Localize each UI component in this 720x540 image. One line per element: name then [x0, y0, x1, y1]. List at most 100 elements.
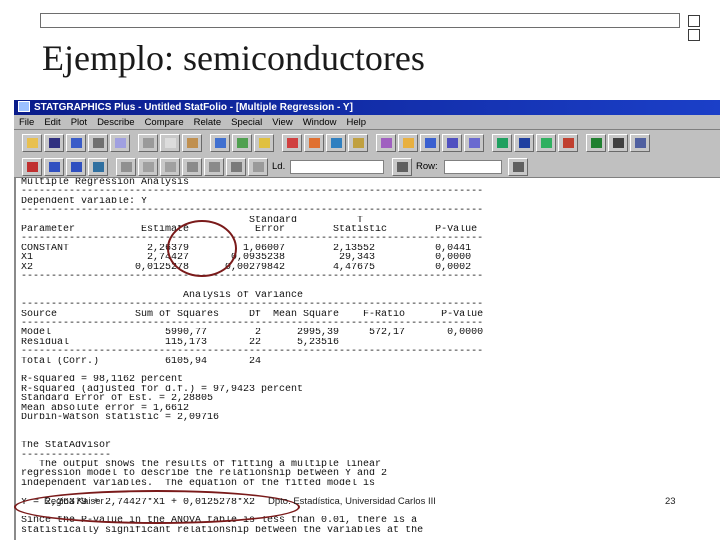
main-toolbar — [14, 130, 720, 156]
data-sheet-button[interactable] — [66, 134, 86, 152]
report-button[interactable] — [376, 134, 396, 152]
footer-author: Regina Kaiser — [44, 496, 104, 507]
advisor-pane-button[interactable] — [226, 158, 246, 176]
lock-button[interactable] — [254, 134, 274, 152]
menu-file[interactable]: File — [14, 115, 39, 129]
menu-edit[interactable]: Edit — [39, 115, 65, 129]
cut-button[interactable] — [138, 134, 158, 152]
xy-plot-icon — [447, 138, 458, 148]
menu-special[interactable]: Special — [226, 115, 267, 129]
scatter-icon — [403, 138, 414, 148]
scissors-icon — [143, 138, 154, 148]
menu-describe[interactable]: Describe — [92, 115, 140, 129]
find-label-button[interactable] — [392, 158, 412, 176]
menu-window[interactable]: Window — [298, 115, 342, 129]
regression-button[interactable] — [326, 134, 346, 152]
menu-view[interactable]: View — [267, 115, 297, 129]
slide-corner-square-bottom — [688, 29, 700, 41]
row-field[interactable] — [444, 160, 502, 174]
footer-department: Dpto. Estadística, Universidad Carlos II… — [268, 496, 436, 507]
input-dialog-icon — [27, 162, 38, 172]
folder-icon — [27, 138, 38, 148]
stats-button[interactable] — [304, 134, 324, 152]
copy-button[interactable] — [160, 134, 180, 152]
paste-button[interactable] — [182, 134, 202, 152]
advisor-button[interactable] — [608, 134, 628, 152]
xy-plot-button[interactable] — [442, 134, 462, 152]
stack-button[interactable] — [348, 134, 368, 152]
report-icon — [381, 138, 392, 148]
printer-icon — [209, 162, 220, 172]
bar-chart-button[interactable] — [514, 134, 534, 152]
histogram-button[interactable] — [492, 134, 512, 152]
plot-button[interactable] — [210, 134, 230, 152]
app-icon — [18, 101, 30, 112]
save-results-button[interactable] — [116, 158, 136, 176]
lock-icon — [259, 138, 270, 148]
binoculars-icon — [513, 162, 524, 172]
open-folder-button[interactable] — [22, 134, 42, 152]
pane-options-icon — [143, 162, 154, 172]
save-button[interactable] — [44, 134, 64, 152]
slide-title: Ejemplo: semiconductores — [42, 38, 425, 78]
help-button[interactable] — [630, 134, 650, 152]
binoculars-icon — [397, 162, 408, 172]
output-line: independent variables. The equation of t… — [21, 478, 376, 489]
estimate-highlight-circle — [167, 220, 237, 277]
output-pane[interactable]: Multiple Regression Analysis ------------… — [14, 178, 720, 540]
histogram-icon — [497, 138, 508, 148]
menu-plot[interactable]: Plot — [66, 115, 92, 129]
table-button[interactable] — [110, 134, 130, 152]
menu-relate[interactable]: Relate — [189, 115, 226, 129]
find-row-button[interactable] — [508, 158, 528, 176]
label-field[interactable] — [290, 160, 384, 174]
stack-icon — [353, 138, 364, 148]
printer-icon — [93, 138, 104, 148]
graphical-options-button[interactable] — [88, 158, 108, 176]
surface-icon — [563, 138, 574, 148]
question-icon — [231, 162, 242, 172]
help-icon — [635, 138, 646, 148]
control-chart-icon — [469, 138, 480, 148]
surface-button[interactable] — [558, 134, 578, 152]
chart-icon — [287, 138, 298, 148]
tabular-icon — [71, 162, 82, 172]
plot-icon — [215, 138, 226, 148]
clipboard-icon — [187, 138, 198, 148]
slide-top-bar — [40, 13, 680, 28]
copy-icon — [165, 138, 176, 148]
maximize-icon — [253, 162, 264, 172]
save-results-icon — [121, 162, 132, 172]
print-button[interactable] — [88, 134, 108, 152]
menu-help[interactable]: Help — [342, 115, 372, 129]
forward-button[interactable] — [586, 134, 606, 152]
tabular-options-button[interactable] — [66, 158, 86, 176]
graph-icon — [237, 138, 248, 148]
graphical-icon — [93, 162, 104, 172]
exclude-button[interactable] — [160, 158, 180, 176]
output-line: Durbin-Watson statistic = 2,09716 — [21, 413, 220, 423]
sheet-icon — [71, 138, 82, 148]
zoom-button[interactable] — [182, 158, 202, 176]
analysis-toolbar: Ld. Row: — [14, 156, 720, 178]
graph-button[interactable] — [232, 134, 252, 152]
pane-options-button[interactable] — [138, 158, 158, 176]
statgraphics-window: STATGRAPHICS Plus - Untitled StatFolio -… — [14, 100, 720, 540]
pareto-button[interactable] — [536, 134, 556, 152]
print-pane-button[interactable] — [204, 158, 224, 176]
chart-button[interactable] — [282, 134, 302, 152]
arrow-right-icon — [591, 138, 602, 148]
output-line: statistically significant relationship b… — [21, 525, 424, 536]
control-chart-button[interactable] — [464, 134, 484, 152]
toolbar-label-2: Row: — [416, 161, 438, 172]
toolbar-label-1: Ld. — [272, 161, 286, 172]
line-plot-button[interactable] — [420, 134, 440, 152]
slide-corner-square-top — [688, 15, 700, 27]
analysis-options-button[interactable] — [44, 158, 64, 176]
slide-number: 23 — [665, 496, 676, 507]
menu-compare[interactable]: Compare — [140, 115, 189, 129]
input-dialog-button[interactable] — [22, 158, 42, 176]
scatter-button[interactable] — [398, 134, 418, 152]
maximize-pane-button[interactable] — [248, 158, 268, 176]
table-icon — [115, 138, 126, 148]
